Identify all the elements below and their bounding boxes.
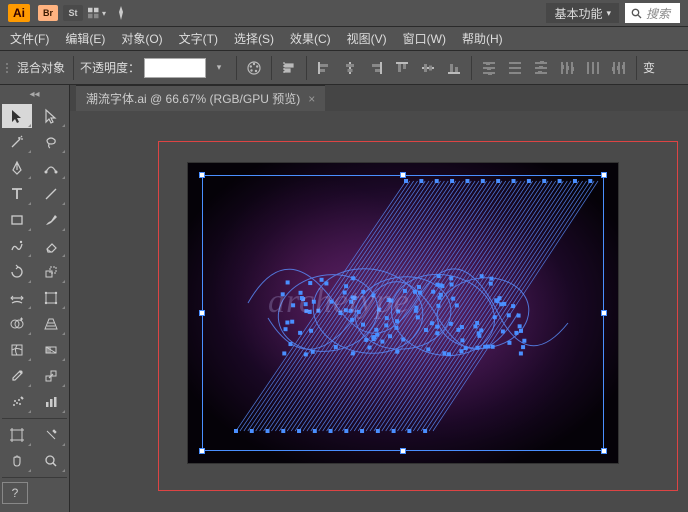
align-h-right-icon[interactable] [365,57,387,79]
direct-selection-tool[interactable] [36,104,66,128]
shaper-tool[interactable] [2,234,32,258]
opacity-dropdown-icon[interactable]: ▾ [208,57,230,79]
title-bar: Ai Br St ▾ 基本功能 ▾ 搜索 [0,0,688,27]
opacity-input[interactable] [144,58,206,78]
menu-effect[interactable]: 效果(C) [282,27,339,50]
type-tool[interactable] [2,182,32,206]
align-h-center-icon[interactable] [339,57,361,79]
eyedropper-tool[interactable] [2,364,32,388]
workspace-label: 基本功能 [554,5,602,22]
gripper-icon[interactable] [6,56,9,80]
menu-window[interactable]: 窗口(W) [395,27,454,50]
close-tab-icon[interactable]: × [308,92,315,106]
control-bar: 混合对象 不透明度： ▾ 变 [0,51,688,85]
zoom-tool[interactable] [36,449,66,473]
rectangle-tool[interactable] [2,208,32,232]
dist-h-right-icon[interactable] [608,57,630,79]
search-icon [631,8,642,19]
align-h-left-icon[interactable] [313,57,335,79]
lasso-tool[interactable] [36,130,66,154]
arrange-documents-icon[interactable]: ▾ [88,4,106,22]
shape-builder-tool[interactable] [2,312,32,336]
scale-tool[interactable] [36,260,66,284]
menu-object[interactable]: 对象(O) [113,27,170,50]
app-logo: Ai [8,4,30,22]
transform-label[interactable]: 变 [643,59,655,76]
slice-tool[interactable] [36,423,66,447]
document-tab-bar: 潮流字体.ai @ 66.67% (RGB/GPU 预览) × [0,85,688,111]
symbol-sprayer-tool[interactable] [2,390,32,414]
curvature-tool[interactable] [36,156,66,180]
menu-edit[interactable]: 编辑(E) [57,27,113,50]
menu-bar: 文件(F) 编辑(E) 对象(O) 文字(T) 选择(S) 效果(C) 视图(V… [0,27,688,51]
recolor-artwork-icon[interactable] [243,57,265,79]
menu-file[interactable]: 文件(F) [2,27,57,50]
bridge-badge[interactable]: Br [38,5,58,21]
mesh-tool[interactable] [2,338,32,362]
align-left-icon[interactable] [278,57,300,79]
align-v-center-icon[interactable] [417,57,439,79]
dist-v-bottom-icon[interactable] [530,57,552,79]
artboard[interactable]: archetype [188,163,618,463]
selection-type-label: 混合对象 [17,59,65,76]
dist-v-center-icon[interactable] [504,57,526,79]
line-segment-tool[interactable] [36,182,66,206]
eraser-tool[interactable] [36,234,66,258]
menu-type[interactable]: 文字(T) [171,27,226,50]
chevron-down-icon: ▾ [606,8,611,19]
artboard-tool[interactable] [2,423,32,447]
search-box[interactable]: 搜索 [625,3,680,23]
paintbrush-tool[interactable] [36,208,66,232]
align-v-top-icon[interactable] [391,57,413,79]
hand-tool[interactable] [2,449,32,473]
opacity-label: 不透明度： [80,59,140,76]
workspace-switcher[interactable]: 基本功能 ▾ [546,3,619,23]
dist-v-top-icon[interactable] [478,57,500,79]
document-tab[interactable]: 潮流字体.ai @ 66.67% (RGB/GPU 预览) × [76,85,325,111]
help-button[interactable]: ? [2,482,28,504]
blend-tool[interactable] [36,364,66,388]
menu-view[interactable]: 视图(V) [339,27,395,50]
dist-h-center-icon[interactable] [582,57,604,79]
gpu-performance-icon[interactable] [112,4,130,22]
free-transform-tool[interactable] [36,286,66,310]
tools-panel: ◂◂ ? [0,85,70,512]
selection-tool[interactable] [2,104,32,128]
rotate-tool[interactable] [2,260,32,284]
width-tool[interactable] [2,286,32,310]
collapse-tools-icon[interactable]: ◂◂ [2,89,67,100]
stock-badge[interactable]: St [63,5,83,21]
menu-select[interactable]: 选择(S) [226,27,282,50]
search-placeholder: 搜索 [646,5,670,22]
gradient-tool[interactable] [36,338,66,362]
dist-h-left-icon[interactable] [556,57,578,79]
document-tab-title: 潮流字体.ai @ 66.67% (RGB/GPU 预览) [86,90,300,107]
pen-tool[interactable] [2,156,32,180]
canvas[interactable]: archetype [70,111,688,512]
perspective-grid-tool[interactable] [36,312,66,336]
align-v-bottom-icon[interactable] [443,57,465,79]
selection-bounding-box[interactable] [202,175,604,451]
column-graph-tool[interactable] [36,390,66,414]
menu-help[interactable]: 帮助(H) [454,27,511,50]
magic-wand-tool[interactable] [2,130,32,154]
